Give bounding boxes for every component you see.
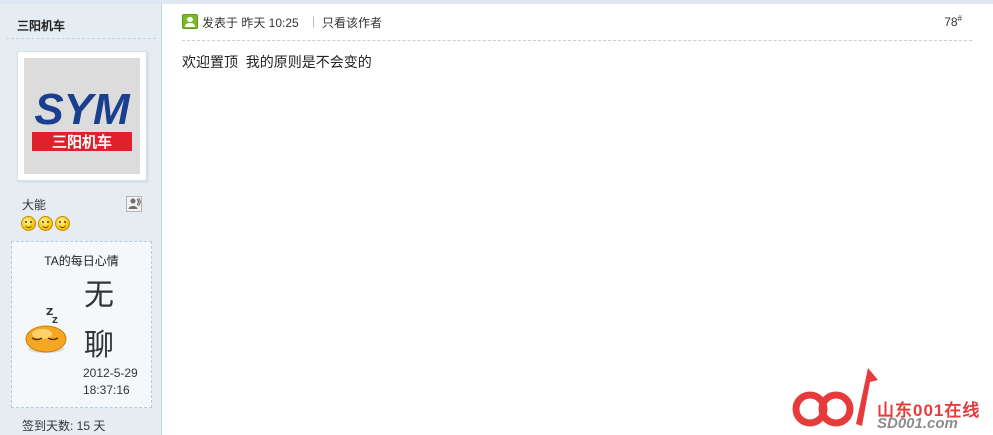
watermark-logo-icon: [792, 368, 878, 427]
post-content: 欢迎置顶 我的原则是不会变的: [182, 54, 372, 70]
online-status-icon[interactable]: [126, 196, 142, 212]
avatar-image: SYM 三阳机车: [24, 58, 140, 174]
smiley-icon: [55, 216, 70, 231]
mood-date: 2012-5-29: [83, 366, 138, 380]
daily-mood-box: TA的每日心情 Z Z 无 聊 2012-5-29 18:37:16: [11, 241, 152, 408]
author-name-link[interactable]: 三阳机车: [17, 17, 65, 34]
mood-text-2: 聊: [84, 328, 114, 363]
site-watermark: 山东001在线 SD001.com: [790, 358, 990, 435]
only-author-link[interactable]: 只看该作者: [322, 14, 382, 31]
floor-suffix: #: [957, 14, 962, 23]
checkin-days: 签到天数: 15 天: [22, 419, 106, 433]
post-time: 发表于 昨天 10:25: [202, 16, 299, 30]
floor-number-link[interactable]: 78#: [944, 14, 962, 29]
user-level-icons: [21, 216, 70, 231]
post-header: 发表于 昨天 10:25 | 只看该作者 78#: [182, 12, 972, 32]
avatar-logo-subtitle: 三阳机车: [52, 133, 112, 151]
smiley-icon: [21, 216, 36, 231]
divider: [182, 40, 972, 41]
watermark-text-en: SD001.com: [877, 415, 958, 432]
avatar[interactable]: SYM 三阳机车: [17, 51, 147, 181]
svg-text:Z: Z: [52, 316, 58, 325]
sleepy-face-icon: Z Z: [25, 307, 67, 353]
sym-logo-icon: SYM 三阳机车: [24, 58, 140, 174]
user-rank: 大能: [22, 198, 47, 212]
avatar-logo-text: SYM: [34, 85, 131, 134]
separator: |: [312, 14, 316, 28]
mood-title: TA的每日心情: [44, 254, 119, 268]
mood-time: 18:37:16: [83, 383, 130, 397]
divider: [6, 38, 156, 39]
author-sidebar: 三阳机车 SYM 三阳机车 大能 TA的每日心情 Z Z 无 聊 2012-5-…: [0, 4, 162, 435]
mood-datetime: 2012-5-29 18:37:16: [83, 365, 138, 399]
author-online-icon: [182, 14, 198, 29]
floor-number: 78: [944, 15, 958, 29]
smiley-icon: [38, 216, 53, 231]
mood-text-1: 无: [84, 278, 114, 313]
